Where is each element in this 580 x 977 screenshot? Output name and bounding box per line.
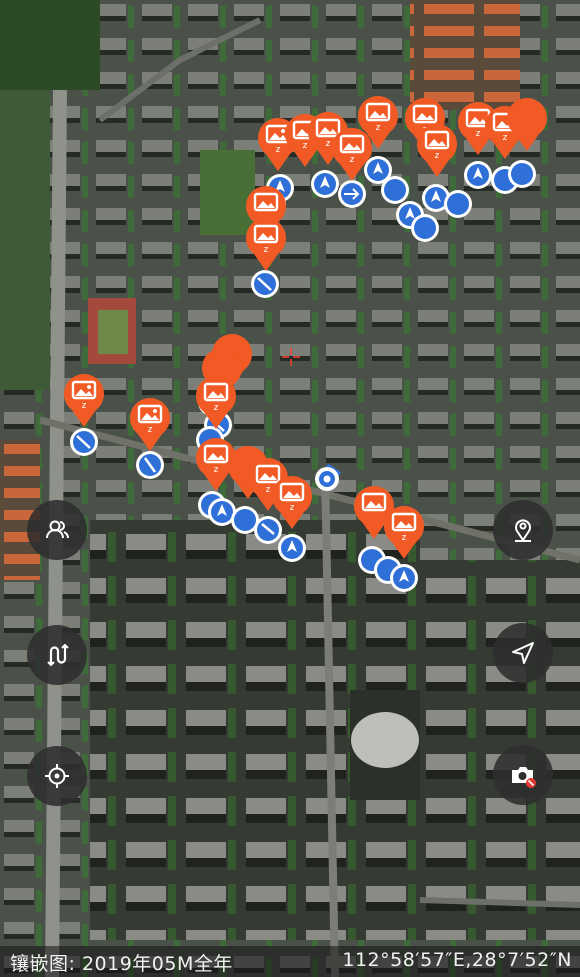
svg-text:z: z bbox=[402, 533, 407, 543]
photo-pin-icon[interactable]: z bbox=[382, 504, 426, 560]
users-icon bbox=[46, 520, 69, 539]
camera-button[interactable] bbox=[493, 745, 553, 805]
photo-pin-icon[interactable]: z bbox=[356, 94, 400, 150]
direction-point-icon[interactable] bbox=[442, 188, 474, 220]
direction-point-icon[interactable] bbox=[276, 532, 308, 564]
photo-pin-icon[interactable]: z bbox=[415, 122, 459, 178]
people-button[interactable] bbox=[27, 500, 87, 560]
photo-pin-icon[interactable]: z bbox=[128, 396, 172, 452]
direction-point-icon[interactable] bbox=[249, 268, 281, 300]
direction-point-icon[interactable] bbox=[506, 158, 538, 190]
navigation-button[interactable] bbox=[493, 623, 553, 683]
coordinates-readout: 112°58′57″E,28°7′52″N bbox=[342, 949, 572, 971]
mosaic-info: 镶嵌图: 2019年05M全年 bbox=[10, 949, 233, 976]
mosaic-date: 2019年05M全年 bbox=[81, 953, 233, 975]
svg-text:z: z bbox=[82, 401, 87, 411]
camera-icon bbox=[512, 767, 536, 788]
locate-icon bbox=[45, 764, 69, 788]
map-info-bar: 镶嵌图: 2019年05M全年 112°58′57″E,28°7′52″N bbox=[0, 946, 580, 977]
direction-point-icon[interactable] bbox=[68, 426, 100, 458]
photo-pin-icon[interactable] bbox=[505, 96, 549, 152]
photo-pin-icon[interactable]: z bbox=[244, 216, 288, 272]
svg-text:z: z bbox=[264, 245, 269, 255]
place-marker-button[interactable] bbox=[493, 500, 553, 560]
svg-text:z: z bbox=[148, 425, 153, 435]
photo-pin-icon[interactable]: z bbox=[270, 474, 314, 530]
direction-point-icon[interactable] bbox=[409, 212, 441, 244]
map-pin-icon bbox=[515, 519, 531, 542]
photo-pin-icon[interactable]: z bbox=[194, 374, 238, 430]
current-location-icon bbox=[315, 464, 342, 491]
photo-pin-icon[interactable]: z bbox=[62, 372, 106, 428]
svg-text:z: z bbox=[214, 465, 219, 475]
svg-text:z: z bbox=[435, 151, 440, 161]
mosaic-label: 镶嵌图: bbox=[10, 953, 76, 975]
svg-text:z: z bbox=[376, 123, 381, 133]
center-crosshair-icon bbox=[282, 348, 300, 366]
track-icon bbox=[47, 643, 69, 667]
svg-text:z: z bbox=[350, 155, 355, 165]
direction-point-icon[interactable] bbox=[134, 449, 166, 481]
svg-text:z: z bbox=[276, 145, 281, 155]
svg-text:z: z bbox=[290, 503, 295, 513]
navigate-icon bbox=[512, 642, 534, 664]
svg-text:z: z bbox=[214, 403, 219, 413]
locate-button[interactable] bbox=[27, 746, 87, 806]
svg-text:z: z bbox=[476, 129, 481, 139]
direction-point-icon[interactable] bbox=[388, 562, 420, 594]
track-button[interactable] bbox=[27, 625, 87, 685]
satellite-map[interactable]: z z z z z z z z z z z z z z z z z bbox=[0, 0, 580, 977]
